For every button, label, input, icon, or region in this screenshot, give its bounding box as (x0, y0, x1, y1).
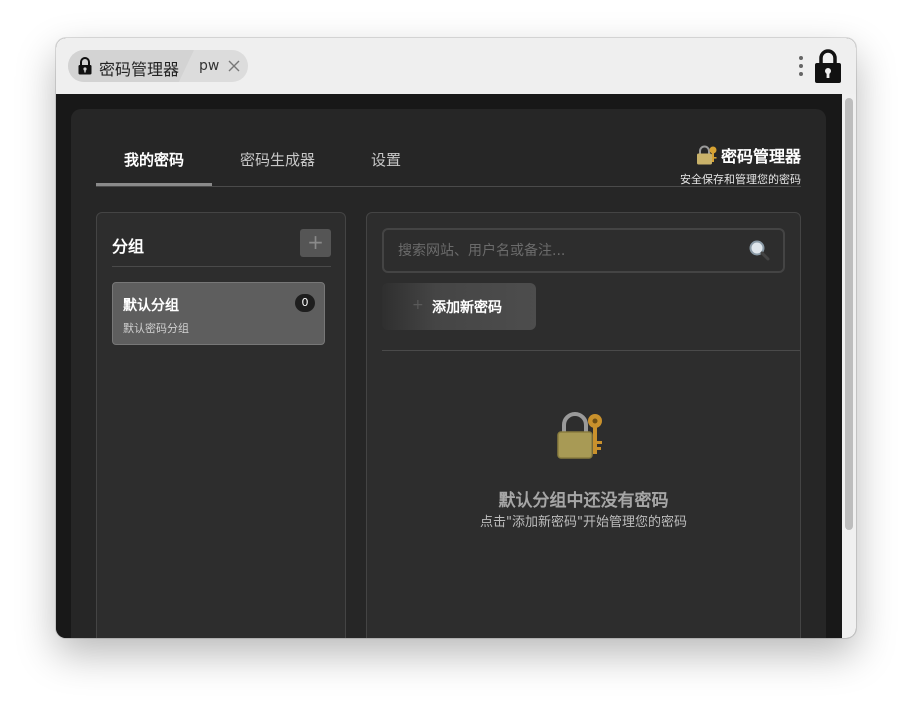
page-content: 我的密码 密码生成器 设置 密码管理器 安全保存和管理您的密码 分组 + 默认分… (56, 94, 842, 638)
lock-with-key-icon (557, 412, 602, 459)
browser-window: 密码管理器 pw 我的密码 密码生成器 设置 密码管理器 安全保存和管理您的密码… (56, 38, 856, 638)
add-group-button[interactable]: + (300, 229, 331, 257)
close-icon[interactable] (226, 58, 242, 74)
lock-with-key-icon (696, 145, 717, 165)
group-name: 默认分组 (123, 298, 179, 314)
group-description: 默认密码分组 (123, 322, 189, 335)
search-input[interactable] (398, 240, 738, 262)
extension-lock-icon[interactable] (814, 48, 842, 84)
groups-panel: 分组 + 默认分组 默认密码分组 0 (96, 212, 346, 638)
browser-titlebar: 密码管理器 pw (56, 38, 856, 94)
app-card: 我的密码 密码生成器 设置 密码管理器 安全保存和管理您的密码 分组 + 默认分… (71, 109, 826, 638)
brand: 密码管理器 安全保存和管理您的密码 (680, 143, 801, 187)
scrollbar[interactable] (842, 94, 856, 638)
empty-state-subtitle: 点击"添加新密码"开始管理您的密码 (480, 515, 687, 530)
empty-state-title: 默认分组中还没有密码 (498, 491, 669, 511)
add-password-button[interactable]: + 添加新密码 (382, 283, 536, 330)
divider (112, 266, 331, 267)
nav-bar: 我的密码 密码生成器 设置 密码管理器 安全保存和管理您的密码 (96, 137, 801, 187)
tab-my-passwords[interactable]: 我的密码 (124, 149, 184, 170)
search-box (382, 228, 785, 273)
group-item-default[interactable]: 默认分组 默认密码分组 0 (112, 282, 325, 345)
tab-settings[interactable]: 设置 (371, 149, 401, 170)
search-icon[interactable] (748, 239, 770, 261)
add-password-label: 添加新密码 (432, 300, 502, 316)
tab-pw-title[interactable]: pw (199, 58, 219, 74)
kebab-menu-icon[interactable] (797, 54, 805, 78)
tab-password-generator[interactable]: 密码生成器 (240, 149, 315, 170)
passwords-panel: + 添加新密码 默认分组中还没有密码 点击"添加新密码"开始管理您的密码 (366, 212, 801, 638)
brand-title-row: 密码管理器 (680, 143, 801, 167)
tab-strip: 密码管理器 pw (68, 50, 248, 82)
lock-icon (78, 57, 92, 75)
brand-title: 密码管理器 (720, 147, 801, 166)
group-count-badge: 0 (295, 294, 315, 312)
brand-subtitle: 安全保存和管理您的密码 (680, 173, 801, 186)
tab-title: 密码管理器 (99, 60, 180, 79)
plus-icon: + (412, 297, 424, 313)
scrollbar-thumb[interactable] (845, 98, 853, 530)
active-tab-indicator (96, 183, 212, 186)
divider (382, 350, 800, 351)
groups-title: 分组 (112, 237, 145, 256)
